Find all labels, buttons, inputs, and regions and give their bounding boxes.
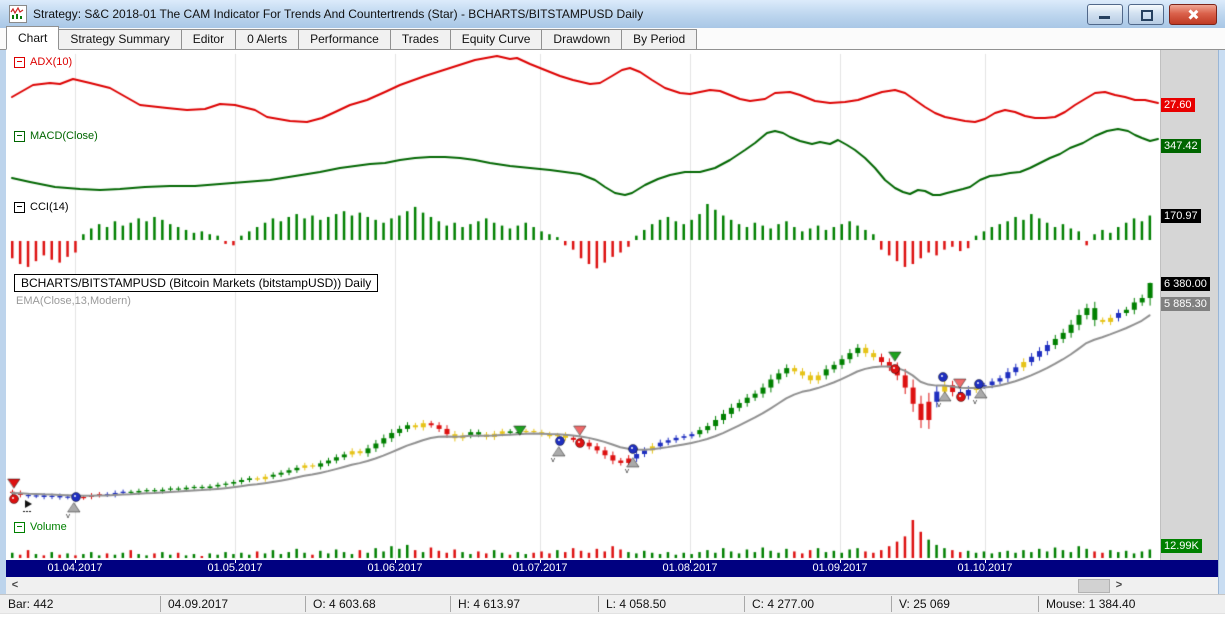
pane-label-text: ADX(10)	[30, 56, 72, 68]
collapse-icon[interactable]	[14, 57, 25, 68]
tab-equity-curve[interactable]: Equity Curve	[450, 29, 543, 49]
date-label: 01.07.2017	[512, 562, 567, 574]
tab-by-period[interactable]: By Period	[621, 29, 697, 49]
value-flag-adx-value: 27.60	[1161, 98, 1195, 112]
pane-label-text: MACD(Close)	[30, 130, 98, 142]
tab-editor[interactable]: Editor	[181, 29, 236, 49]
scroll-right-arrow[interactable]: >	[1112, 578, 1126, 593]
status-separator	[450, 596, 451, 612]
date-tick	[690, 560, 691, 563]
horizontal-scrollbar: < >	[6, 577, 1218, 594]
title-bar: Strategy: S&C 2018-01 The CAM Indicator …	[0, 0, 1225, 29]
status-field: 04.09.2017	[168, 597, 228, 611]
date-label: 01.08.2017	[662, 562, 717, 574]
tab-chart[interactable]: Chart	[6, 26, 59, 50]
date-axis: 01.04.2017 01.05.2017 01.06.2017 01.07.2017…	[6, 560, 1218, 577]
pane-label-volume: Volume	[14, 521, 67, 533]
status-fields-row: Bar: 442 04.09.2017 O: 4 603.68 H: 4 613.97…	[0, 595, 1225, 614]
date-label: 01.06.2017	[367, 562, 422, 574]
chart-area: BCHARTS/BITSTAMPUSD (Bitcoin Markets (bi…	[0, 50, 1225, 560]
status-field: C: 4 277.00	[752, 597, 814, 611]
status-separator	[598, 596, 599, 612]
value-flag-cci-value: 170.97	[1161, 209, 1201, 223]
status-field: H: 4 613.97	[458, 597, 520, 611]
status-separator	[891, 596, 892, 612]
date-label: 01.05.2017	[207, 562, 262, 574]
window-left-border	[0, 50, 6, 624]
status-separator	[305, 596, 306, 612]
scroll-left-arrow[interactable]: <	[8, 578, 22, 593]
status-field: V: 25 069	[899, 597, 950, 611]
collapse-icon[interactable]	[14, 131, 25, 142]
status-field: Bar: 442	[8, 597, 53, 611]
date-tick	[840, 560, 841, 563]
tab-strategy-summary[interactable]: Strategy Summary	[58, 29, 181, 49]
pane-label-text: CCI(14)	[30, 201, 69, 213]
date-tick	[235, 560, 236, 563]
restore-button[interactable]	[1128, 4, 1164, 25]
date-label: 01.04.2017	[47, 562, 102, 574]
status-bar: Bar: 442 04.09.2017 O: 4 603.68 H: 4 613.97…	[0, 594, 1225, 624]
tab-performance[interactable]: Performance	[298, 29, 391, 49]
status-field: L: 4 058.50	[606, 597, 666, 611]
pane-label-cci: CCI(14)	[14, 201, 69, 213]
minimize-icon	[1099, 16, 1110, 19]
pane-label-adx: ADX(10)	[14, 56, 72, 68]
tab-0-alerts[interactable]: 0 Alerts	[235, 29, 299, 49]
restore-icon	[1141, 10, 1153, 21]
date-tick	[395, 560, 396, 563]
application-window: Strategy: S&C 2018-01 The CAM Indicator …	[0, 0, 1225, 624]
status-separator	[1038, 596, 1039, 612]
window-controls	[1087, 4, 1217, 25]
date-label: 01.09.2017	[812, 562, 867, 574]
vertical-scrollbar[interactable]	[1218, 50, 1225, 624]
window-title: Strategy: S&C 2018-01 The CAM Indicator …	[33, 7, 643, 21]
collapse-icon[interactable]	[14, 202, 25, 213]
tab-trades[interactable]: Trades	[390, 29, 451, 49]
tab-drawdown[interactable]: Drawdown	[541, 29, 622, 49]
date-label: 01.10.2017	[957, 562, 1012, 574]
symbol-title-box: BCHARTS/BITSTAMPUSD (Bitcoin Markets (bi…	[14, 274, 378, 292]
price-chart-canvas[interactable]	[0, 50, 1160, 560]
date-tick	[985, 560, 986, 563]
tab-bar: ChartStrategy SummaryEditor0 AlertsPerfo…	[0, 28, 1225, 50]
pane-label-macd: MACD(Close)	[14, 130, 98, 142]
value-flag-last-price: 6 380.00	[1161, 277, 1210, 291]
status-field: Mouse: 1 384.40	[1046, 597, 1135, 611]
chart-icon	[9, 5, 27, 23]
value-flag-ema-value: 5 885.30	[1161, 297, 1210, 311]
scrollbar-thumb[interactable]	[1078, 579, 1110, 593]
status-field: O: 4 603.68	[313, 597, 376, 611]
status-separator	[160, 596, 161, 612]
minimize-button[interactable]	[1087, 4, 1123, 25]
close-button[interactable]	[1169, 4, 1217, 25]
date-tick	[75, 560, 76, 563]
pane-label-text: Volume	[30, 521, 67, 533]
value-flag-volume-value: 12.99K	[1161, 539, 1202, 553]
collapse-icon[interactable]	[14, 522, 25, 533]
date-tick	[540, 560, 541, 563]
status-separator	[744, 596, 745, 612]
ema-indicator-label: EMA(Close,13,Modern)	[16, 295, 131, 307]
value-flag-macd-value: 347.42	[1161, 139, 1201, 153]
